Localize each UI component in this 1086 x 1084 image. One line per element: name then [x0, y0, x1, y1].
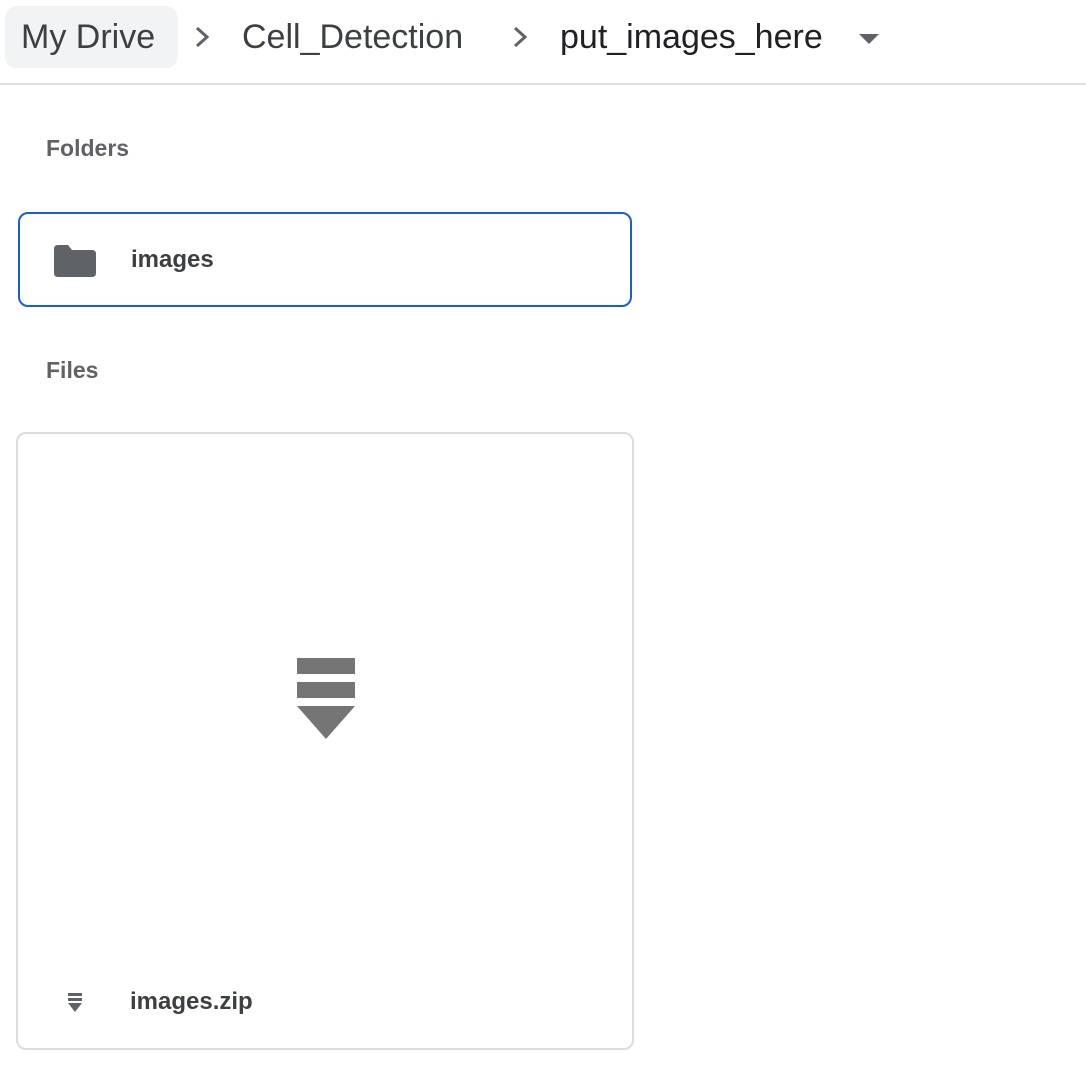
folder-item[interactable]: images — [18, 212, 632, 307]
caret-down-icon[interactable] — [856, 32, 882, 46]
breadcrumb-my-drive[interactable]: My Drive — [5, 6, 178, 68]
file-name: images.zip — [130, 988, 253, 1015]
folders-section-label: Folders — [46, 135, 130, 161]
zip-file-icon — [68, 993, 82, 1012]
files-section-label: Files — [46, 357, 99, 383]
breadcrumb-cell-detection[interactable]: Cell_Detection — [242, 6, 463, 68]
folder-icon — [54, 245, 96, 277]
file-item[interactable]: images.zip — [16, 432, 634, 1050]
chevron-right-icon — [513, 26, 528, 48]
breadcrumb: My Drive Cell_Detection put_images_here — [0, 0, 1086, 85]
folder-name: images — [131, 246, 214, 273]
breadcrumb-current-folder[interactable]: put_images_here — [560, 6, 823, 68]
zip-file-thumbnail-icon — [297, 658, 355, 739]
chevron-right-icon — [195, 26, 210, 48]
